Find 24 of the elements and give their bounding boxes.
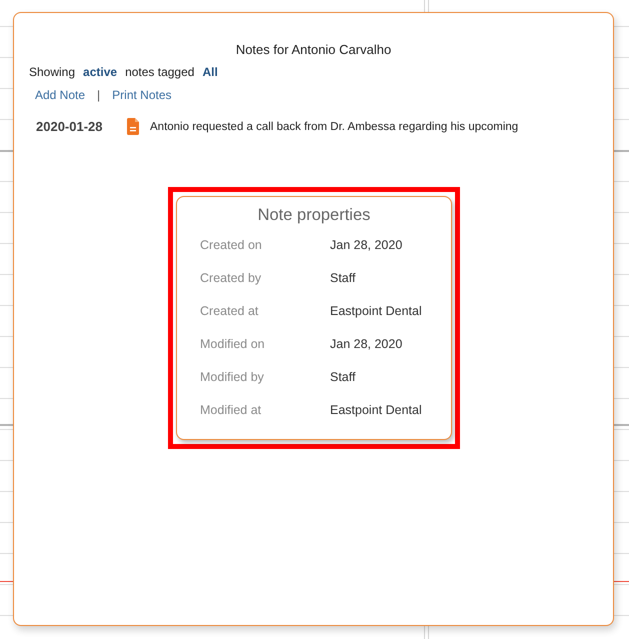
- note-text[interactable]: Antonio requested a call back from Dr. Ambessa regarding his upcoming: [150, 118, 518, 134]
- property-value: Eastpoint Dental: [330, 402, 423, 420]
- property-label: Created by: [200, 270, 262, 288]
- property-label: Created at: [200, 303, 260, 320]
- property-value: Staff: [330, 270, 356, 288]
- document-icon: [127, 118, 139, 135]
- property-label: Modified on: [200, 336, 266, 354]
- add-note-link[interactable]: Add Note: [35, 87, 86, 103]
- property-label: Modified by: [200, 369, 265, 386]
- popover-title: Note properties: [256, 205, 372, 226]
- property-label: Created on: [200, 237, 263, 254]
- status-filter[interactable]: active: [83, 64, 118, 80]
- property-value: Jan 28, 2020: [330, 336, 404, 354]
- note-date: 2020-01-28: [36, 118, 104, 134]
- property-value: Eastpoint Dental: [330, 303, 423, 320]
- link-separator: |: [97, 87, 100, 103]
- property-value: Staff: [330, 369, 356, 386]
- dialog-title: Notes for Antonio Carvalho: [234, 42, 392, 58]
- property-label: Modified at: [200, 402, 262, 420]
- print-notes-link[interactable]: Print Notes: [112, 87, 172, 103]
- filter-label: Showing: [29, 64, 76, 80]
- tag-filter[interactable]: All: [202, 64, 218, 80]
- property-value: Jan 28, 2020: [330, 237, 404, 254]
- filter-label: notes tagged: [125, 64, 194, 80]
